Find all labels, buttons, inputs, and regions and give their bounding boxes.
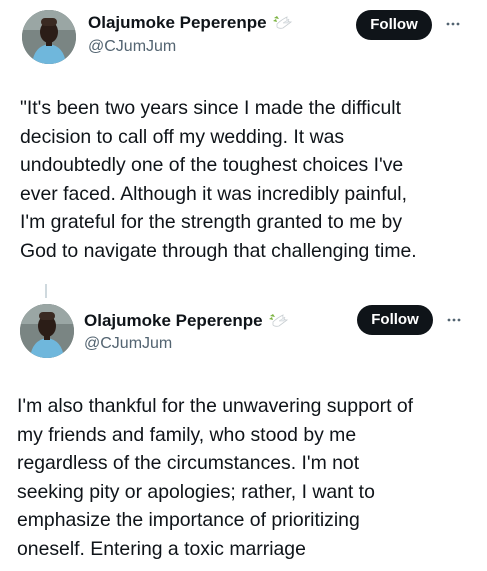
more-options-icon[interactable]: [443, 16, 463, 32]
dove-icon: [271, 14, 293, 32]
user-handle[interactable]: @CJumJum: [84, 334, 172, 354]
dove-icon: [267, 312, 289, 330]
profile-photo: [20, 304, 74, 358]
follow-button[interactable]: Follow: [357, 305, 433, 335]
name-row: Olajumoke Peperenpe: [84, 310, 289, 332]
thread-connector-line: [45, 284, 47, 298]
avatar[interactable]: [22, 10, 76, 64]
user-handle[interactable]: @CJumJum: [88, 37, 176, 57]
tweet-text: I'm also thankful for the unwavering sup…: [17, 395, 414, 560]
display-name[interactable]: Olajumoke Peperenpe: [84, 310, 263, 332]
display-name[interactable]: Olajumoke Peperenpe: [88, 12, 267, 34]
profile-photo: [22, 10, 76, 64]
follow-button[interactable]: Follow: [356, 10, 432, 40]
name-row: Olajumoke Peperenpe: [88, 12, 293, 34]
avatar[interactable]: [20, 304, 74, 358]
tweet-text: "It's been two years since I made the di…: [20, 97, 417, 262]
more-options-icon[interactable]: [444, 312, 464, 328]
